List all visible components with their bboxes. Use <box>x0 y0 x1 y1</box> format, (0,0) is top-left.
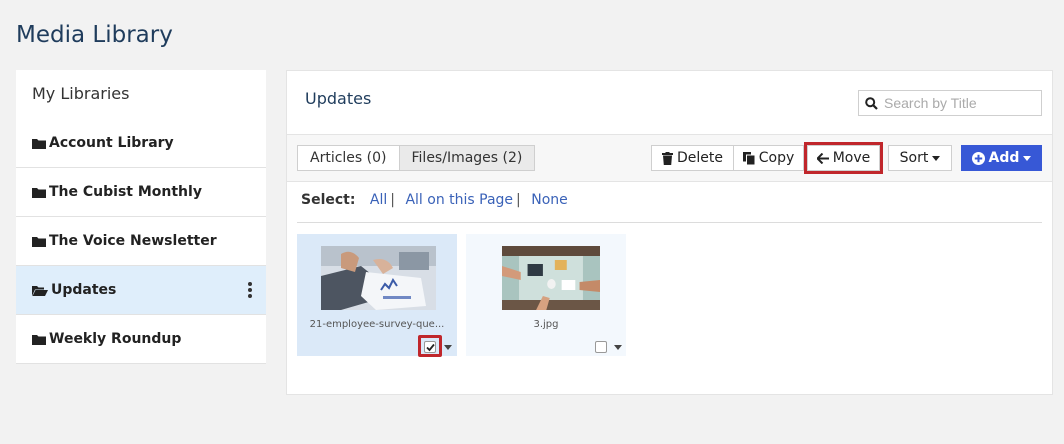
file-menu-caret-icon[interactable] <box>444 345 452 350</box>
toolbar: Articles (0) Files/Images (2) Delete Cop… <box>287 134 1052 182</box>
separator: | <box>516 192 521 208</box>
libraries-sidebar: My Libraries Account Library The Cubist … <box>16 70 266 364</box>
folder-icon <box>32 236 46 247</box>
tab-articles[interactable]: Articles (0) <box>297 145 400 171</box>
delete-button[interactable]: Delete <box>651 145 734 171</box>
add-label: Add <box>988 150 1020 166</box>
copy-button[interactable]: Copy <box>733 145 804 171</box>
folder-title: Updates <box>305 89 372 108</box>
sidebar-item-updates[interactable]: Updates <box>16 266 266 315</box>
copy-icon <box>742 151 755 165</box>
content-tabs: Articles (0) Files/Images (2) <box>297 145 536 171</box>
file-name: 3.jpg <box>533 319 559 330</box>
separator: | <box>390 192 395 208</box>
file-name: 21-employee-survey-que... <box>309 319 445 330</box>
select-none-link[interactable]: None <box>531 192 568 208</box>
search-input[interactable] <box>882 94 1032 112</box>
checkmark-icon <box>426 343 435 352</box>
delete-label: Delete <box>677 150 723 166</box>
select-bar: Select: All | All on this Page | None <box>301 192 568 208</box>
sidebar-item-the-voice-newsletter[interactable]: The Voice Newsletter <box>16 217 266 266</box>
sidebar-item-label: Account Library <box>49 135 174 151</box>
folder-icon <box>32 138 46 149</box>
file-thumbnail[interactable] <box>321 246 436 310</box>
folder-icon <box>32 187 46 198</box>
select-all-on-page-link[interactable]: All on this Page <box>405 192 513 208</box>
tab-files-images[interactable]: Files/Images (2) <box>399 145 536 171</box>
move-button[interactable]: Move <box>804 142 883 174</box>
file-card[interactable]: 3.jpg <box>466 234 626 356</box>
search-box[interactable] <box>858 90 1042 116</box>
chevron-down-icon <box>1023 155 1032 161</box>
media-panel: Updates Articles (0) Files/Images (2) De… <box>286 70 1053 395</box>
file-checkbox[interactable] <box>595 341 607 353</box>
chevron-down-icon <box>932 155 941 161</box>
move-label: Move <box>832 150 871 166</box>
plus-circle-icon <box>971 151 985 165</box>
sidebar-item-label: The Cubist Monthly <box>49 184 202 200</box>
sidebar-item-weekly-roundup[interactable]: Weekly Roundup <box>16 315 266 364</box>
arrow-left-icon <box>816 152 829 164</box>
search-icon <box>865 96 878 110</box>
trash-icon <box>662 151 673 165</box>
select-all-link[interactable]: All <box>370 192 387 208</box>
sort-button[interactable]: Sort <box>888 145 952 171</box>
folder-icon <box>32 334 46 345</box>
sidebar-item-account-library[interactable]: Account Library <box>16 119 266 168</box>
sort-label: Sort <box>899 150 929 166</box>
file-card[interactable]: 21-employee-survey-que... <box>297 234 457 357</box>
more-options-icon[interactable] <box>248 282 252 298</box>
file-checkbox[interactable] <box>424 341 436 353</box>
file-menu-caret-icon[interactable] <box>614 345 622 350</box>
add-button[interactable]: Add <box>961 145 1042 171</box>
folder-open-icon <box>32 285 48 296</box>
sidebar-heading: My Libraries <box>32 84 130 103</box>
page-title: Media Library <box>16 22 173 48</box>
sidebar-item-label: The Voice Newsletter <box>49 233 217 249</box>
copy-label: Copy <box>758 150 795 166</box>
sidebar-item-label: Weekly Roundup <box>49 331 182 347</box>
sidebar-item-label: Updates <box>51 282 117 298</box>
divider <box>297 222 1042 223</box>
select-label: Select: <box>301 192 356 208</box>
file-thumbnail[interactable] <box>502 246 600 310</box>
sidebar-item-the-cubist-monthly[interactable]: The Cubist Monthly <box>16 168 266 217</box>
